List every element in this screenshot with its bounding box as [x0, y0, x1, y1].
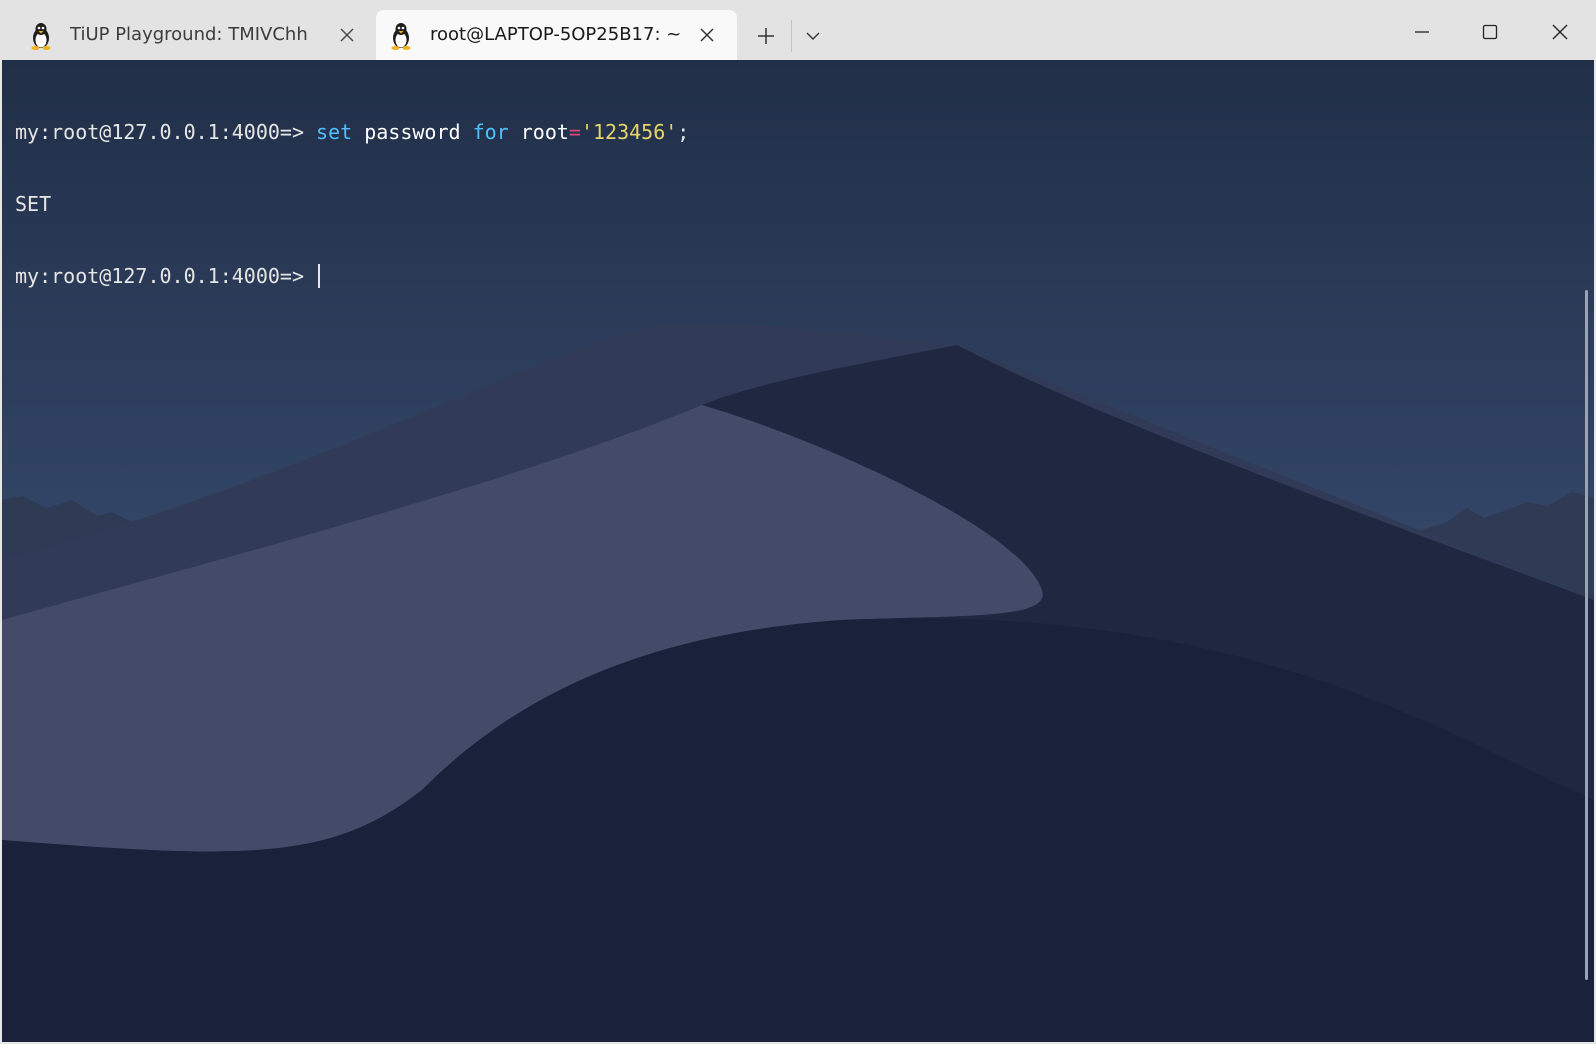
- terminal-window: TiUP Playground: TMIVChh root@LAPTOP-5OP…: [0, 0, 1596, 1044]
- maximize-icon: [1482, 24, 1498, 40]
- sql-keyword-set: set: [316, 120, 353, 144]
- close-tab-icon[interactable]: [698, 26, 716, 44]
- sql-string-literal: '123456': [580, 120, 678, 144]
- sql-keyword-for: for: [472, 120, 509, 144]
- output-text: SET: [15, 192, 52, 216]
- terminal-pane[interactable]: my:root@127.0.0.1:4000=> set password fo…: [2, 60, 1594, 1042]
- tab-label: TiUP Playground: TMIVChh: [70, 24, 308, 45]
- terminal-line: my:root@127.0.0.1:4000=> set password fo…: [15, 120, 689, 144]
- tab-dropdown-button[interactable]: [795, 20, 831, 52]
- tab-divider: [791, 20, 792, 52]
- tab-root-laptop[interactable]: root@LAPTOP-5OP25B17: ~: [376, 10, 737, 60]
- prompt-text: my:root@127.0.0.1:4000=>: [15, 264, 317, 288]
- terminal-line: my:root@127.0.0.1:4000=>: [15, 264, 689, 288]
- maximize-button[interactable]: [1460, 10, 1520, 54]
- sql-operator-equals: =: [568, 120, 581, 144]
- plus-icon: [758, 28, 774, 44]
- chevron-down-icon: [806, 32, 820, 40]
- close-window-button[interactable]: [1530, 10, 1590, 54]
- sql-identifier-root: root: [520, 120, 569, 144]
- close-tab-icon[interactable]: [338, 26, 356, 44]
- minimize-icon: [1415, 31, 1429, 33]
- minimize-button[interactable]: [1392, 10, 1452, 54]
- sql-identifier-password: password: [364, 120, 461, 144]
- terminal-output[interactable]: my:root@127.0.0.1:4000=> set password fo…: [15, 72, 689, 336]
- linux-tux-icon: [391, 23, 411, 50]
- terminal-line: SET: [15, 192, 689, 216]
- tab-label: root@LAPTOP-5OP25B17: ~: [430, 24, 682, 45]
- text-cursor: [318, 264, 321, 288]
- scrollbar[interactable]: [1585, 290, 1588, 980]
- linux-tux-icon: [31, 23, 51, 50]
- prompt-text: my:root@127.0.0.1:4000=>: [15, 120, 317, 144]
- title-bar[interactable]: TiUP Playground: TMIVChh root@LAPTOP-5OP…: [0, 0, 1596, 60]
- close-icon: [1552, 24, 1568, 40]
- sql-semicolon: ;: [677, 120, 690, 144]
- new-tab-button[interactable]: [748, 20, 784, 52]
- tab-tiup-playground[interactable]: TiUP Playground: TMIVChh: [6, 10, 368, 60]
